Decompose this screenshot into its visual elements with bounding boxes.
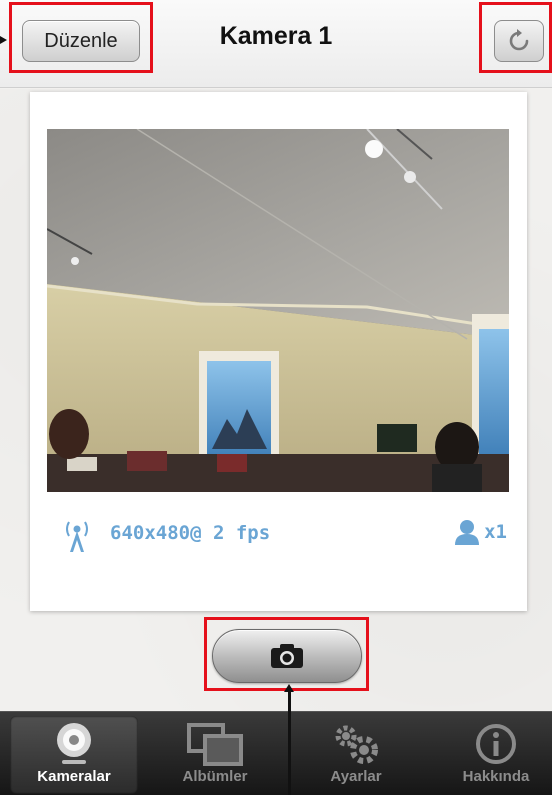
viewer-count-label: x1 (484, 521, 507, 543)
tab-label: Hakkında (462, 768, 530, 785)
viewer-count: x1 (454, 518, 507, 546)
tab-label: Albümler (182, 768, 248, 785)
navigation-bar: Düzenle Kamera 1 (0, 0, 552, 88)
photos-icon (187, 723, 243, 766)
tab-kameralar[interactable]: Kameralar (10, 716, 138, 794)
info-icon (476, 724, 516, 764)
annotation-arrow (0, 36, 7, 44)
tab-bar: Kameralar Albümler Ayarlar Hakkında (0, 711, 552, 795)
camera-card: 640x480@ 2 fps x1 (30, 92, 527, 611)
tab-hakkinda[interactable]: Hakkında (432, 716, 552, 794)
annotation-arrow-head (284, 684, 294, 692)
camera-feed-image[interactable] (47, 129, 509, 492)
refresh-button[interactable] (494, 20, 544, 62)
tab-label: Ayarlar (330, 768, 382, 785)
person-icon (455, 520, 480, 545)
camera-icon (271, 644, 303, 668)
refresh-icon (509, 29, 529, 51)
antenna-icon (66, 521, 88, 552)
snapshot-button[interactable] (212, 629, 362, 683)
resolution-label: 640x480@ 2 fps (110, 522, 271, 544)
tab-label: Kameralar (37, 768, 111, 785)
stream-info-row: 640x480@ 2 fps x1 (30, 516, 527, 556)
tab-ayarlar[interactable]: Ayarlar (292, 716, 420, 794)
annotation-arrow (288, 688, 291, 795)
gears-icon (335, 725, 378, 764)
tab-albumler[interactable]: Albümler (151, 716, 279, 794)
webcam-icon (57, 723, 91, 764)
page-title: Kamera 1 (219, 22, 333, 50)
